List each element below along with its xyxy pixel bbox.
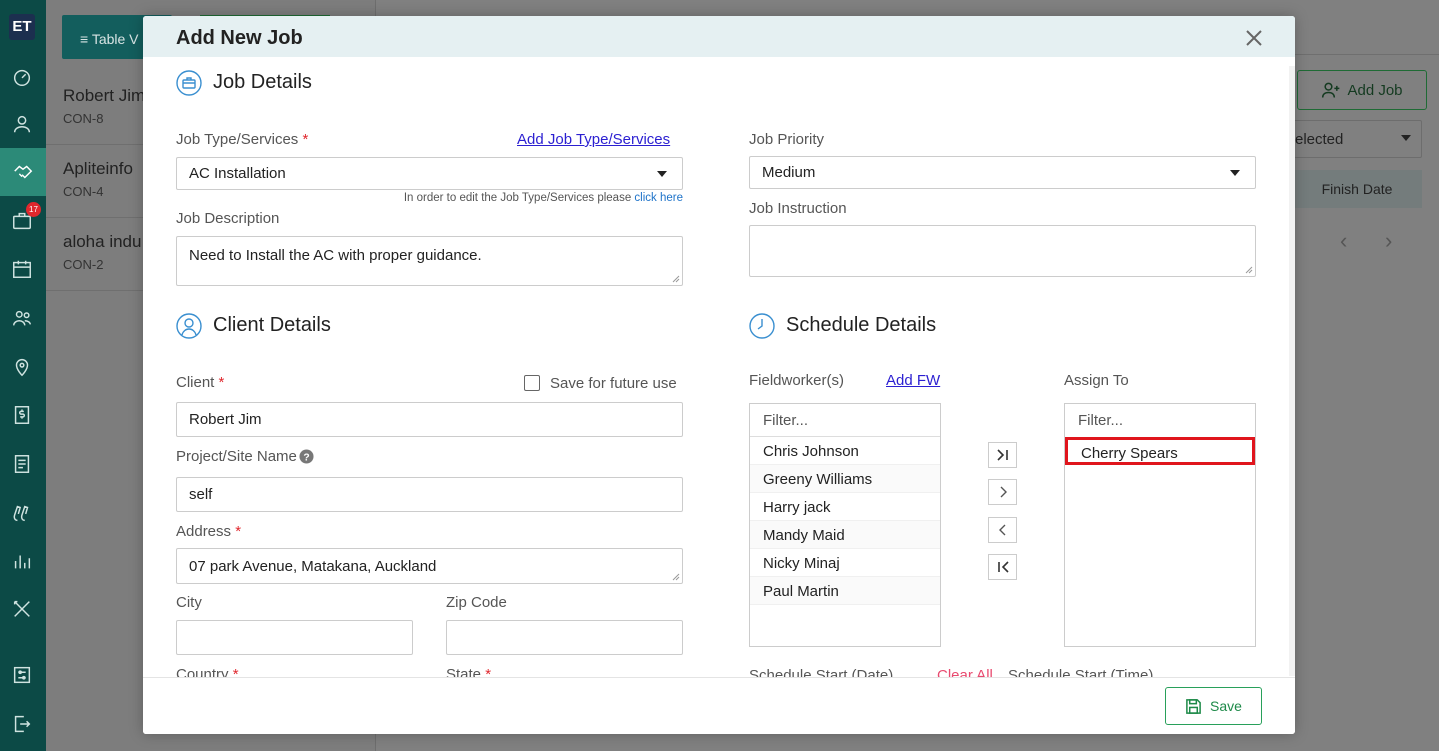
- add-job-modal: Add New Job Job Details Job Type/Service…: [143, 16, 1295, 734]
- job-priority-select[interactable]: Medium: [749, 156, 1256, 189]
- city-label: City: [176, 594, 202, 611]
- app-logo[interactable]: ET: [9, 14, 35, 40]
- client-field[interactable]: Robert Jim: [176, 402, 683, 437]
- assign-filter-input[interactable]: Filter...: [1065, 404, 1255, 437]
- state-label: State *: [446, 666, 492, 677]
- country-label: Country *: [176, 666, 239, 677]
- chevron-left-icon[interactable]: ‹: [1340, 228, 1347, 254]
- job-type-label: Job Type/Services *: [176, 131, 309, 148]
- sort-icon: ≡: [80, 31, 89, 47]
- chevron-right-icon[interactable]: ›: [1385, 228, 1392, 254]
- help-icon[interactable]: ?: [299, 449, 314, 464]
- person-icon: [176, 313, 202, 339]
- reports-icon[interactable]: [9, 548, 35, 574]
- list-item[interactable]: Chris Johnson: [750, 437, 940, 465]
- save-icon: [1186, 698, 1201, 714]
- assign-to-label: Assign To: [1064, 372, 1129, 389]
- settings-icon[interactable]: [9, 662, 35, 688]
- handshake-icon[interactable]: [0, 148, 46, 196]
- city-field[interactable]: [176, 620, 413, 655]
- zip-code-label: Zip Code: [446, 594, 507, 611]
- clear-all-link[interactable]: Clear All: [937, 667, 993, 677]
- job-description-textarea[interactable]: Need to Install the AC with proper guida…: [176, 236, 683, 286]
- sidebar: ET 17: [0, 0, 46, 751]
- tools-icon[interactable]: [9, 596, 35, 622]
- click-here-link[interactable]: click here: [634, 192, 683, 204]
- filter-select[interactable]: elected: [1292, 120, 1422, 158]
- list-item[interactable]: Nicky Minaj: [750, 549, 940, 577]
- project-site-field[interactable]: self: [176, 477, 683, 512]
- job-priority-label: Job Priority: [749, 131, 825, 148]
- address-field[interactable]: 07 park Avenue, Matakana, Auckland: [176, 548, 683, 584]
- finish-date-header[interactable]: Finish Date: [1292, 170, 1422, 208]
- document-icon[interactable]: [9, 451, 35, 477]
- calendar-icon[interactable]: [9, 256, 35, 282]
- job-type-hint: In order to edit the Job Type/Services p…: [403, 192, 683, 204]
- chevron-down-icon: [1401, 135, 1411, 141]
- dollar-icon[interactable]: [9, 402, 35, 428]
- fieldworker-filter-input[interactable]: Filter...: [750, 404, 940, 437]
- close-button[interactable]: [1241, 25, 1267, 51]
- briefcase-icon: [176, 70, 202, 96]
- move-right-button[interactable]: [988, 479, 1017, 505]
- client-details-title: Client Details: [213, 314, 331, 336]
- add-job-button[interactable]: Add Job: [1297, 70, 1427, 110]
- address-label: Address *: [176, 523, 242, 540]
- save-future-label: Save for future use: [550, 375, 677, 392]
- assigned-item[interactable]: Cherry Spears: [1065, 437, 1255, 465]
- clock-icon: [749, 313, 775, 339]
- schedule-start-time-label: Schedule Start (Time): [1008, 667, 1154, 677]
- add-fw-link[interactable]: Add FW: [886, 372, 940, 389]
- chevron-left-icon: [998, 524, 1005, 536]
- logout-icon[interactable]: [9, 711, 35, 737]
- modal-title: Add New Job: [176, 27, 303, 49]
- modal-scrollbar[interactable]: [1289, 66, 1295, 676]
- list-item[interactable]: Harry jack: [750, 493, 940, 521]
- assign-to-listbox: Filter... Cherry Spears: [1064, 403, 1256, 647]
- resize-handle-icon[interactable]: [672, 275, 680, 283]
- svg-text:?: ?: [303, 452, 309, 463]
- chevron-down-icon: [1230, 169, 1240, 176]
- add-job-type-link[interactable]: Add Job Type/Services: [517, 131, 670, 148]
- close-icon: [1246, 30, 1262, 46]
- chevron-right-icon: [1000, 486, 1007, 498]
- move-all-left-icon: [997, 561, 1009, 573]
- move-all-right-button[interactable]: [988, 442, 1017, 468]
- save-future-checkbox[interactable]: [524, 375, 540, 391]
- dashboard-icon[interactable]: [9, 64, 35, 90]
- resize-handle-icon[interactable]: [1245, 266, 1253, 274]
- schedule-start-date-label: Schedule Start (Date): [749, 667, 894, 677]
- chevron-down-icon: [657, 170, 667, 177]
- job-instruction-textarea[interactable]: [749, 225, 1256, 277]
- modal-body: Job Details Job Type/Services * Add Job …: [143, 57, 1295, 677]
- schedule-details-title: Schedule Details: [786, 314, 937, 336]
- chat-icon[interactable]: [9, 500, 35, 526]
- location-icon[interactable]: [9, 354, 35, 380]
- team-icon[interactable]: [9, 305, 35, 331]
- job-details-title: Job Details: [213, 71, 312, 93]
- resize-handle-icon[interactable]: [672, 573, 680, 581]
- client-label: Client *: [176, 374, 225, 391]
- fieldworkers-label: Fieldworker(s): [749, 372, 845, 389]
- move-left-button[interactable]: [988, 517, 1017, 543]
- job-type-select[interactable]: AC Installation: [176, 157, 683, 190]
- fieldworkers-listbox: Filter... Chris Johnson Greeny Williams …: [749, 403, 941, 647]
- move-all-right-icon: [996, 449, 1008, 461]
- list-item[interactable]: Mandy Maid: [750, 521, 940, 549]
- save-button[interactable]: Save: [1165, 687, 1262, 725]
- job-instruction-label: Job Instruction: [749, 200, 847, 217]
- user-icon[interactable]: [9, 111, 35, 137]
- add-user-icon: [1322, 82, 1340, 98]
- list-item[interactable]: Paul Martin: [750, 577, 940, 605]
- move-all-left-button[interactable]: [988, 554, 1017, 580]
- modal-footer: Save: [143, 677, 1295, 734]
- project-site-label: Project/Site Name ?: [176, 448, 314, 465]
- notification-badge: 17: [26, 202, 41, 217]
- zip-code-field[interactable]: [446, 620, 683, 655]
- modal-header: Add New Job: [143, 16, 1295, 57]
- list-item[interactable]: Greeny Williams: [750, 465, 940, 493]
- job-description-label: Job Description: [176, 210, 280, 227]
